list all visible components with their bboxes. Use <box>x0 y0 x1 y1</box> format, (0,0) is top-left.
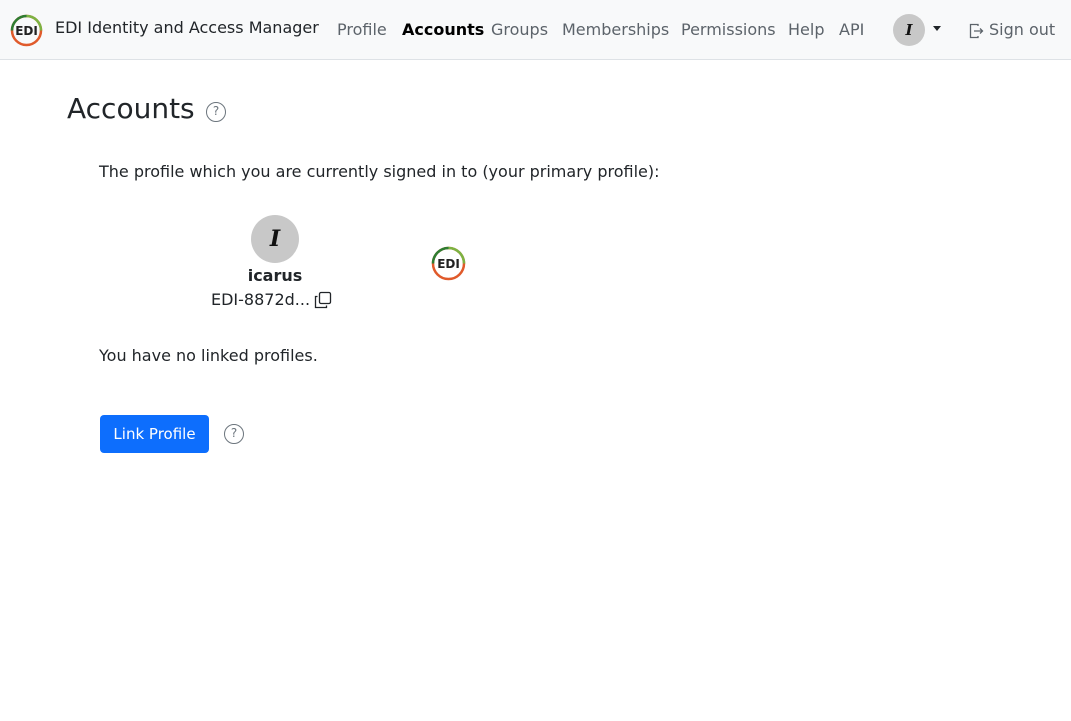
nav-profile[interactable]: Profile <box>337 20 387 39</box>
profile-name: icarus <box>247 266 303 285</box>
nav-memberships[interactable]: Memberships <box>562 20 669 39</box>
nav-help[interactable]: Help <box>788 20 824 39</box>
no-linked-profiles-text: You have no linked profiles. <box>99 346 318 365</box>
app-title[interactable]: EDI Identity and Access Manager <box>55 18 319 37</box>
nav-api[interactable]: API <box>839 20 864 39</box>
page-title: Accounts <box>67 92 195 125</box>
help-icon[interactable]: ? <box>224 424 244 444</box>
profile-avatar: I <box>251 215 299 263</box>
edi-idp-logo-icon: EDI <box>431 246 466 281</box>
nav-accounts[interactable]: Accounts <box>402 20 484 39</box>
link-profile-button[interactable]: Link Profile <box>100 415 209 453</box>
profile-id: EDI-8872d... <box>211 290 311 309</box>
top-navbar: EDI EDI Identity and Access Manager Prof… <box>0 0 1071 60</box>
nav-permissions[interactable]: Permissions <box>681 20 776 39</box>
sign-out-icon <box>969 23 984 39</box>
primary-profile-intro: The profile which you are currently sign… <box>99 162 660 181</box>
copy-icon[interactable] <box>314 291 332 309</box>
edi-logo-icon[interactable]: EDI <box>10 14 43 47</box>
help-icon[interactable]: ? <box>206 102 226 122</box>
user-menu-avatar[interactable]: I <box>893 14 925 46</box>
nav-groups[interactable]: Groups <box>491 20 548 39</box>
chevron-down-icon[interactable] <box>933 26 941 31</box>
svg-text:EDI: EDI <box>15 24 38 38</box>
sign-out-label: Sign out <box>989 20 1056 39</box>
svg-text:EDI: EDI <box>437 257 460 271</box>
